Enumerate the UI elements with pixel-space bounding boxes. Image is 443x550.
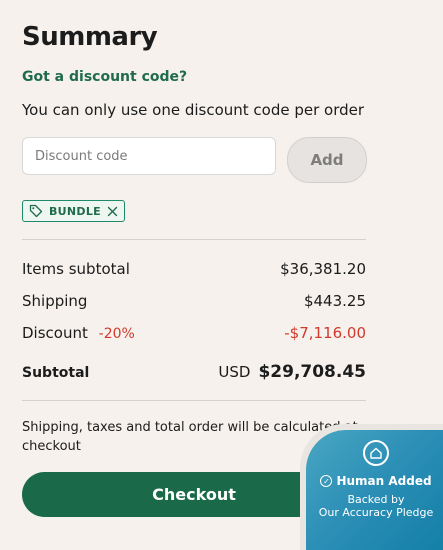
add-discount-button[interactable]: Add	[287, 137, 367, 183]
discount-note: You can only use one discount code per o…	[22, 101, 365, 119]
subtotal-value-group: USD $29,708.45	[218, 362, 366, 382]
discount-label-group: Discount -20%	[22, 324, 135, 342]
summary-title: Summary	[22, 22, 158, 52]
badge-title: ✓ Human Added	[306, 474, 443, 488]
discount-code-input[interactable]	[22, 137, 276, 175]
subtotal-value: $29,708.45	[258, 362, 366, 382]
applied-discount-code: BUNDLE	[49, 204, 101, 218]
items-subtotal-label: Items subtotal	[22, 260, 130, 278]
items-subtotal-row: Items subtotal $36,381.20	[22, 260, 366, 278]
discount-code-link[interactable]: Got a discount code?	[22, 69, 187, 85]
divider-top	[22, 239, 366, 240]
subtotal-label: Subtotal	[22, 365, 90, 381]
check-icon: ✓	[320, 475, 333, 487]
shipping-value: $443.25	[303, 292, 366, 310]
shipping-label: Shipping	[22, 292, 88, 310]
subtotal-row: Subtotal USD $29,708.45	[22, 362, 366, 382]
tag-icon	[29, 204, 43, 218]
discount-row: Discount -20% -$7,116.00	[22, 324, 366, 342]
discount-value: -$7,116.00	[284, 324, 366, 342]
badge-line1: Human Added	[336, 474, 432, 488]
shipping-row: Shipping $443.25	[22, 292, 366, 310]
badge-line3: Our Accuracy Pledge	[318, 506, 434, 519]
remove-discount-icon[interactable]	[107, 206, 118, 217]
discount-label: Discount	[22, 324, 88, 342]
applied-discount-tag: BUNDLE	[22, 200, 125, 222]
subtotal-currency: USD	[218, 363, 251, 381]
home-icon	[363, 440, 389, 466]
discount-percent: -20%	[98, 326, 135, 342]
accuracy-pledge-badge[interactable]: ✓ Human Added Backed by Our Accuracy Ple…	[306, 430, 443, 550]
badge-line2: Backed by	[347, 493, 405, 506]
divider-bottom	[22, 400, 366, 401]
items-subtotal-value: $36,381.20	[280, 260, 366, 278]
